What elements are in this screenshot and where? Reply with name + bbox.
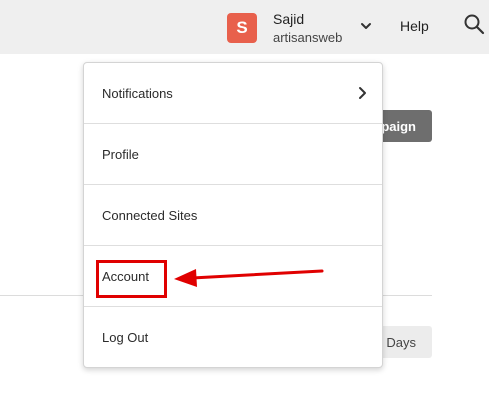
help-link[interactable]: Help [400, 18, 429, 34]
user-dropdown-menu: Notifications Profile Connected Sites Ac… [83, 62, 383, 368]
avatar[interactable]: S [227, 13, 257, 43]
user-site[interactable]: artisansweb [273, 30, 342, 45]
menu-item-profile[interactable]: Profile [84, 124, 382, 185]
top-bar: S Sajid artisansweb Help [0, 0, 489, 54]
highlight-box [96, 260, 167, 298]
search-icon[interactable] [463, 13, 485, 35]
menu-item-connected-sites[interactable]: Connected Sites [84, 185, 382, 246]
chevron-right-icon [359, 87, 366, 99]
chevron-down-icon[interactable] [359, 19, 373, 33]
menu-item-log-out[interactable]: Log Out [84, 307, 382, 368]
menu-item-notifications[interactable]: Notifications [84, 63, 382, 124]
user-name[interactable]: Sajid [273, 11, 304, 27]
annotation-arrow [174, 269, 324, 287]
